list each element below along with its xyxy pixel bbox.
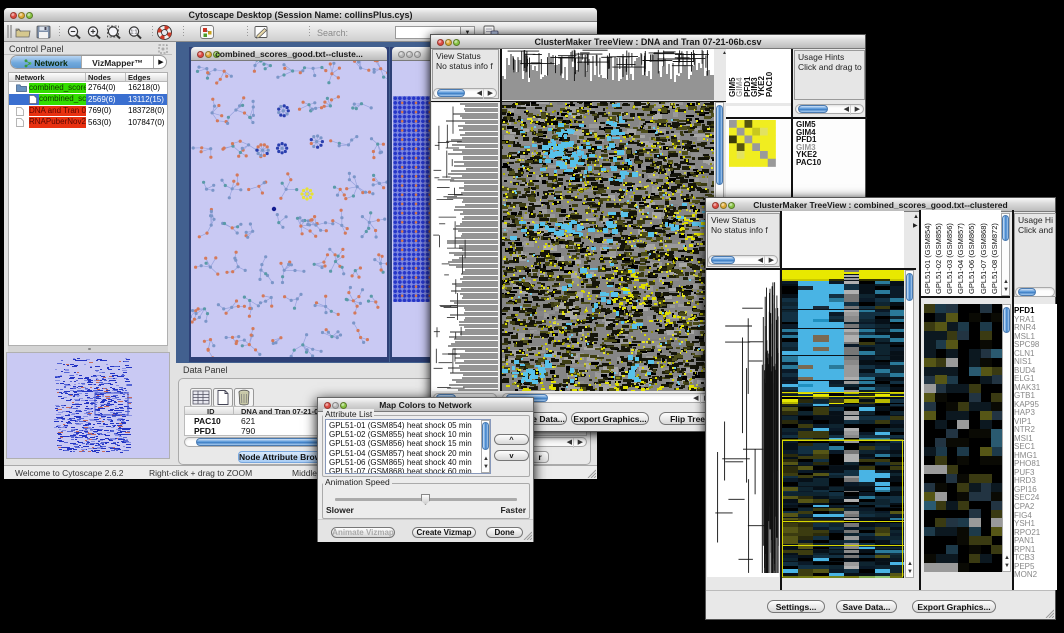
svg-text:1:1: 1:1: [131, 29, 138, 35]
